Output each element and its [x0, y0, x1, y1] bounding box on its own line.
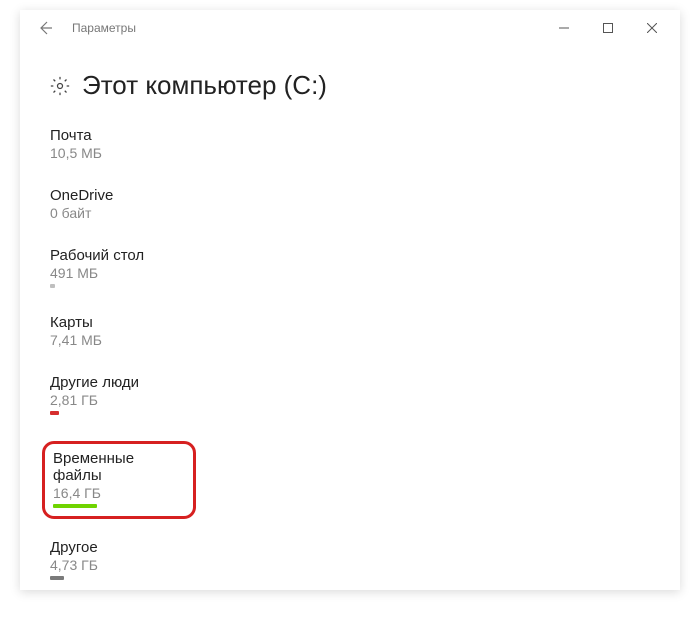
usage-bar — [53, 504, 97, 508]
storage-categories: Почта 10,5 МБ OneDrive 0 байт Рабочий ст… — [20, 113, 680, 580]
category-maps[interactable]: Карты 7,41 МБ — [50, 314, 310, 348]
gear-icon — [50, 76, 70, 96]
category-label: Временные файлы — [53, 450, 173, 484]
arrow-left-icon — [37, 20, 53, 36]
close-icon — [647, 23, 657, 33]
category-size: 2,81 ГБ — [50, 392, 310, 408]
usage-bar — [50, 284, 55, 288]
category-other[interactable]: Другое 4,73 ГБ — [50, 539, 310, 580]
category-mail[interactable]: Почта 10,5 МБ — [50, 127, 310, 161]
maximize-button[interactable] — [586, 10, 630, 46]
minimize-button[interactable] — [542, 10, 586, 46]
category-size: 491 МБ — [50, 265, 310, 281]
category-size: 0 байт — [50, 205, 310, 221]
window-controls — [542, 10, 674, 46]
category-onedrive[interactable]: OneDrive 0 байт — [50, 187, 310, 221]
usage-bar — [50, 411, 59, 415]
usage-bar — [50, 576, 64, 580]
minimize-icon — [559, 23, 569, 33]
category-label: Рабочий стол — [50, 247, 310, 264]
settings-window: Параметры Этот компьютер (C:) Почта 10,5… — [20, 10, 680, 590]
category-other-people[interactable]: Другие люди 2,81 ГБ — [50, 374, 310, 415]
close-button[interactable] — [630, 10, 674, 46]
category-desktop[interactable]: Рабочий стол 491 МБ — [50, 247, 310, 288]
category-label: Другое — [50, 539, 310, 556]
page-title: Этот компьютер (C:) — [82, 70, 327, 101]
back-button[interactable] — [26, 10, 64, 46]
category-label: OneDrive — [50, 187, 310, 204]
app-title: Параметры — [72, 21, 542, 35]
category-size: 7,41 МБ — [50, 332, 310, 348]
titlebar: Параметры — [20, 10, 680, 46]
category-temp-files-highlighted[interactable]: Временные файлы 16,4 ГБ — [42, 441, 196, 519]
category-size: 4,73 ГБ — [50, 557, 310, 573]
page-header: Этот компьютер (C:) — [20, 46, 680, 113]
maximize-icon — [603, 23, 613, 33]
category-label: Почта — [50, 127, 310, 144]
category-size: 10,5 МБ — [50, 145, 310, 161]
category-size: 16,4 ГБ — [53, 485, 173, 501]
category-label: Карты — [50, 314, 310, 331]
category-label: Другие люди — [50, 374, 310, 391]
